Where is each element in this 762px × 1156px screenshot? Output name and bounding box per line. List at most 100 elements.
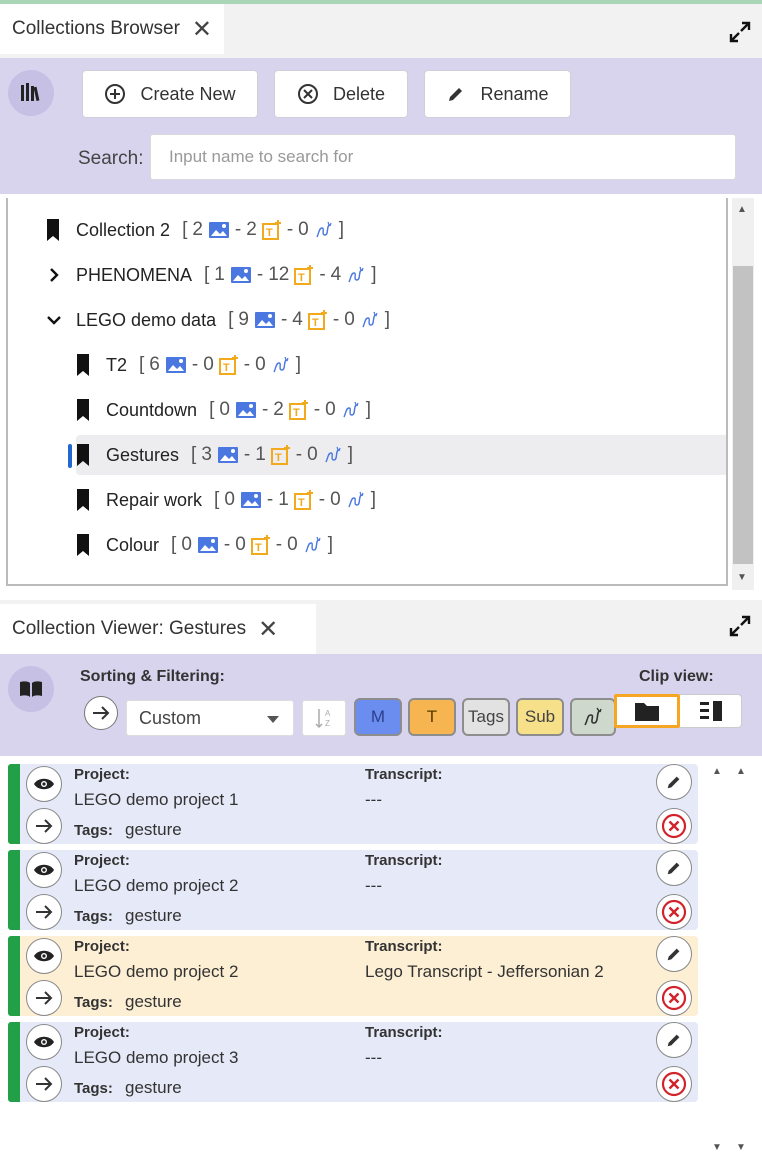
tree-item-t2[interactable]: T2 [6 - 0T - 0]	[76, 345, 301, 385]
view-button[interactable]	[26, 852, 62, 888]
scroll-up-icon[interactable]: ▲	[712, 766, 722, 777]
tree-item-label: Repair work	[106, 489, 203, 510]
svg-text:T: T	[275, 452, 282, 464]
remove-button[interactable]	[656, 1066, 692, 1102]
tree-item-lego-demo-data[interactable]: LEGO demo data [9 - 4T - 0]	[46, 300, 390, 340]
transcript-count: 1	[278, 489, 289, 510]
tree-item-phenomena[interactable]: PHENOMENA[1 - 12 T - 4]	[46, 255, 377, 295]
gesture-icon	[316, 221, 332, 238]
tree-item-countdown[interactable]: Countdown [0 - 2T - 0]	[76, 390, 371, 430]
project-value: LEGO demo project 1	[74, 790, 239, 809]
close-icon[interactable]: ✕	[192, 15, 212, 44]
clip-view-folder-button[interactable]	[614, 694, 680, 728]
tab-collections-browser[interactable]: Collections Browser ✕	[0, 4, 225, 54]
tree-item-collection-2[interactable]: Collection 2 [2 - 2T - 0]	[46, 210, 344, 250]
tags-label: Tags:	[74, 1080, 113, 1097]
transcript-value: Lego Transcript - Jeffersonian 2	[365, 962, 604, 981]
edit-button[interactable]	[656, 850, 692, 886]
scroll-thumb[interactable]	[733, 266, 753, 564]
open-button[interactable]	[26, 894, 62, 930]
remove-button[interactable]	[656, 894, 692, 930]
delete-button[interactable]: Delete	[274, 70, 408, 118]
sort-direction-button[interactable]: AZ	[302, 700, 346, 736]
svg-text:T: T	[298, 272, 305, 284]
rename-button[interactable]: Rename	[424, 70, 571, 118]
sub-count: 0	[325, 399, 336, 420]
pencil-icon	[667, 862, 680, 875]
view-button[interactable]	[26, 1024, 62, 1060]
tree-item-colour[interactable]: Colour [0 - 0T - 0]	[76, 525, 333, 565]
clip-item[interactable]: Project: LEGO demo project 2 Tags: gesture T…	[8, 850, 698, 930]
open-button[interactable]	[26, 1066, 62, 1102]
transcript-icon: T	[288, 400, 308, 420]
sort-select-value: Custom	[139, 707, 202, 728]
transcript-label: Transcript:	[365, 1024, 443, 1041]
edit-button[interactable]	[656, 936, 692, 972]
clip-count: 6	[149, 354, 160, 375]
clip-item[interactable]: Project: LEGO demo project 2 Tags: gesture T…	[8, 936, 698, 1016]
arrow-right-icon	[93, 706, 110, 720]
maximize-icon[interactable]	[728, 20, 752, 44]
scroll-down-icon[interactable]: ▼	[736, 1142, 746, 1153]
clip-count: 3	[201, 444, 212, 465]
gesture-icon	[305, 536, 321, 553]
sort-select[interactable]: Custom	[126, 700, 294, 736]
tags-label: Tags:	[74, 994, 113, 1011]
filter-m-button[interactable]: M	[354, 698, 402, 736]
scroll-up-icon[interactable]: ▲	[737, 204, 747, 215]
edit-button[interactable]	[656, 1022, 692, 1058]
tab-title: Collection Viewer: Gestures	[12, 618, 247, 639]
apply-sort-button[interactable]	[84, 696, 118, 730]
pencil-icon	[667, 776, 680, 789]
tree-item-label: Gestures	[106, 444, 180, 465]
book-open-icon	[8, 666, 54, 712]
filter-t-button[interactable]: T	[408, 698, 456, 736]
bookmark-icon	[77, 489, 89, 511]
open-button[interactable]	[26, 980, 62, 1016]
search-input[interactable]	[150, 134, 736, 180]
clip-view-list-button[interactable]	[680, 694, 742, 728]
remove-button[interactable]	[656, 808, 692, 844]
remove-button[interactable]	[656, 980, 692, 1016]
transcript-count: 2	[273, 399, 284, 420]
image-icon	[165, 357, 186, 373]
view-button[interactable]	[26, 938, 62, 974]
chevron-down-icon[interactable]	[46, 312, 62, 328]
open-button[interactable]	[26, 808, 62, 844]
close-icon[interactable]: ✕	[258, 615, 278, 644]
chevron-right-icon[interactable]	[46, 267, 62, 283]
clip-item[interactable]: Project: LEGO demo project 1 Tags: gesture T…	[8, 764, 698, 844]
sorting-filtering-label: Sorting & Filtering:	[80, 668, 225, 685]
gesture-icon	[348, 491, 364, 508]
tree-item-repair-work[interactable]: Repair work [0 - 1T - 0]	[76, 480, 376, 520]
scroll-down-icon[interactable]: ▼	[712, 1142, 722, 1153]
filter-t-label: T	[426, 707, 438, 726]
image-icon	[208, 222, 229, 238]
svg-text:T: T	[312, 317, 319, 329]
maximize-icon[interactable]	[728, 614, 752, 638]
svg-text:T: T	[255, 542, 262, 554]
transcript-count: 1	[255, 444, 266, 465]
filter-tags-button[interactable]: Tags	[462, 698, 510, 736]
tab-collection-viewer[interactable]: Collection Viewer: Gestures ✕	[0, 604, 316, 654]
filter-gesture-button[interactable]	[570, 698, 616, 736]
gesture-icon	[325, 446, 341, 463]
clip-count: 2	[192, 219, 203, 240]
sub-count: 4	[330, 264, 342, 285]
create-new-button[interactable]: Create New	[82, 70, 258, 118]
tree-item-gestures[interactable]: Gestures [3 - 1T - 0]	[76, 435, 726, 475]
filter-sub-button[interactable]: Sub	[516, 698, 564, 736]
filter-tags-label: Tags	[468, 707, 504, 726]
scroll-up-icon[interactable]: ▲	[736, 766, 746, 777]
scroll-down-icon[interactable]: ▼	[737, 572, 747, 583]
clip-item[interactable]: Project: LEGO demo project 3 Tags: gesture T…	[8, 1022, 698, 1102]
transcript-icon: T	[218, 355, 238, 375]
tree-scrollbar[interactable]: ▲ ▼	[732, 198, 754, 590]
list-scrollbar[interactable]: ▲ ▲ ▼ ▼	[706, 758, 756, 1156]
view-button[interactable]	[26, 766, 62, 802]
project-label: Project:	[74, 766, 130, 783]
transcript-count: 4	[292, 309, 303, 330]
tags-value: gesture	[125, 992, 182, 1011]
image-icon	[230, 267, 251, 283]
edit-button[interactable]	[656, 764, 692, 800]
